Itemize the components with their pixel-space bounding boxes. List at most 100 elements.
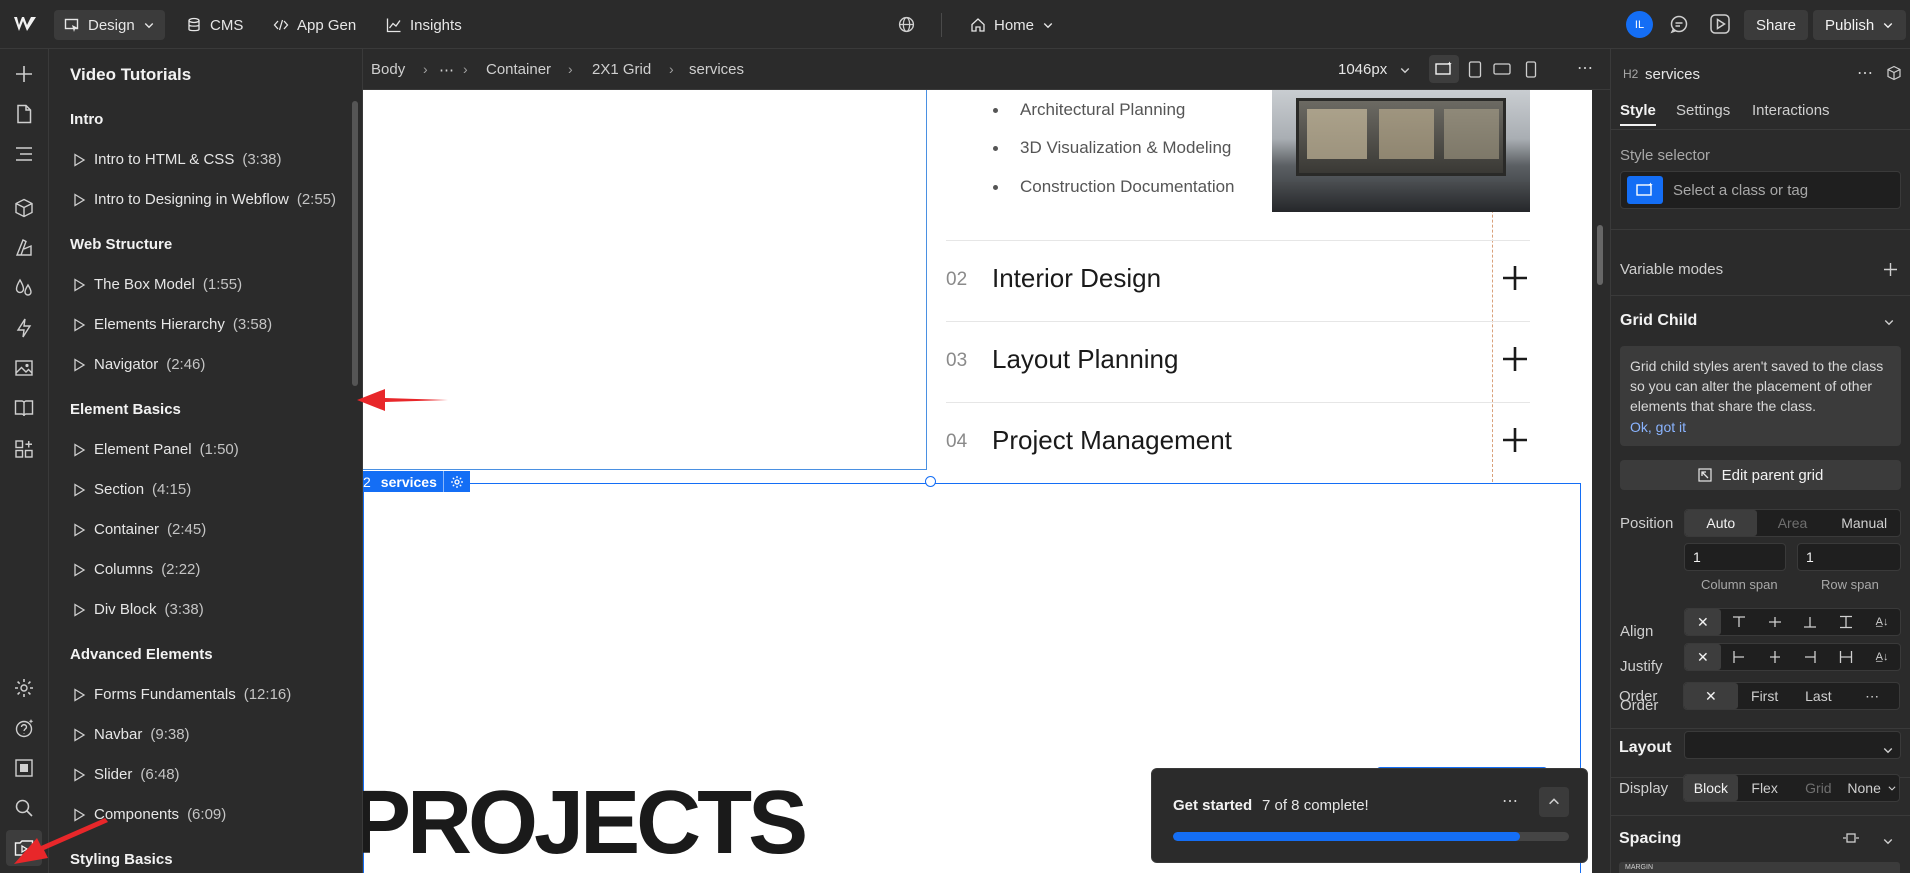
breadcrumb-item[interactable]: Container [486,61,551,78]
service-accordion-item[interactable]: 03 Layout Planning [946,321,1530,401]
design-mode-button[interactable]: Design [54,10,165,40]
canvas-scroll-thumb[interactable] [1597,225,1603,285]
service-accordion-item[interactable]: 02 Interior Design [946,240,1530,320]
tutorial-item[interactable]: Navbar (9:38) [72,726,190,743]
display-option-flex[interactable]: Flex [1738,775,1792,801]
justify-center-icon[interactable] [1757,644,1793,670]
settings-gear-icon[interactable] [12,676,36,700]
variables-drops-icon[interactable] [12,276,36,300]
more-options-icon[interactable]: ⋯ [1577,58,1593,78]
tablet-icon[interactable] [1468,61,1482,78]
tutorial-item[interactable]: The Box Model (1:55) [72,276,242,293]
position-option-auto[interactable]: Auto [1685,510,1757,536]
resize-handle[interactable] [925,476,936,487]
position-segmented-control[interactable]: Auto Area Manual [1684,509,1901,537]
chevron-down-icon[interactable] [1399,64,1411,76]
publish-button[interactable]: Publish [1813,10,1907,40]
justify-control[interactable]: ✕ A̲↓ [1684,643,1901,671]
preview-play-icon[interactable] [1709,13,1731,35]
align-end-icon[interactable] [1792,609,1828,635]
column-span-input[interactable]: 1 [1684,543,1786,571]
justify-start-icon[interactable] [1721,644,1757,670]
justify-none-icon[interactable]: ✕ [1685,644,1721,670]
tab-style[interactable]: Style [1620,102,1656,119]
get-started-toast[interactable]: Get started 7 of 8 complete! ⋯ [1151,768,1588,863]
display-option-block[interactable]: Block [1684,775,1738,801]
tutorial-item[interactable]: Forms Fundamentals (12:16) [72,686,291,703]
selected-element-tag[interactable]: 2 services [363,471,470,492]
plus-icon[interactable] [1500,344,1530,374]
add-element-icon[interactable] [12,62,36,86]
position-option-area[interactable]: Area [1757,510,1829,536]
audit-square-icon[interactable] [12,756,36,780]
navigator-icon[interactable] [12,142,36,166]
justify-stretch-icon[interactable] [1828,644,1864,670]
breadcrumb-item[interactable]: ⋯ [439,61,454,79]
chevron-down-icon[interactable] [1883,316,1895,328]
app-gen-button[interactable]: App Gen [263,10,366,40]
align-none-icon[interactable]: ✕ [1685,609,1721,635]
more-options-icon[interactable]: ⋯ [1502,791,1518,811]
align-control[interactable]: ✕ A̲↓ [1684,608,1901,636]
tutorial-item[interactable]: Element Panel (1:50) [72,441,239,458]
align-start-icon[interactable] [1721,609,1757,635]
breadcrumb-item[interactable]: services [689,61,744,78]
align-baseline-icon[interactable]: A̲↓ [1864,609,1900,635]
plus-icon[interactable] [1500,425,1530,455]
breadcrumb-item[interactable]: Body [371,61,405,78]
canvas-scrollbar[interactable] [1592,90,1610,873]
mobile-landscape-icon[interactable] [1493,62,1511,76]
avatar[interactable]: IL [1626,11,1653,38]
canvas-width-readout[interactable]: 1046px [1338,61,1387,78]
display-option-none[interactable]: None [1845,775,1899,801]
order-option-last[interactable]: Last [1792,683,1846,709]
gear-icon[interactable] [450,475,464,489]
spacing-mode-icon[interactable] [1842,830,1860,846]
share-button[interactable]: Share [1744,10,1809,40]
webflow-logo-icon[interactable] [12,15,38,33]
justify-baseline-icon[interactable]: A̲↓ [1864,644,1900,670]
order-control[interactable]: ✕ First Last ⋯ [1683,682,1900,710]
add-icon[interactable] [1883,262,1898,277]
selector-mode-icon[interactable] [1627,176,1663,204]
order-none-icon[interactable]: ✕ [1684,683,1738,709]
tutorial-item[interactable]: Div Block (3:38) [72,601,204,618]
collapse-button[interactable] [1539,787,1569,817]
chevron-down-icon[interactable] [1882,835,1894,847]
tutorial-item[interactable]: Elements Hierarchy (3:58) [72,316,272,333]
components-cube-icon[interactable] [12,196,36,220]
tutorial-item[interactable]: Columns (2:22) [72,561,200,578]
panel-scrollbar[interactable] [352,101,358,386]
service-accordion-item[interactable]: 04 Project Management [946,402,1530,482]
chevron-down-icon[interactable] [1882,744,1894,756]
order-more-icon[interactable]: ⋯ [1845,683,1899,709]
row-span-input[interactable]: 1 [1797,543,1901,571]
pages-icon[interactable] [12,102,36,126]
position-option-manual[interactable]: Manual [1828,510,1900,536]
tutorial-item[interactable]: Intro to HTML & CSS (3:38) [72,151,282,168]
apps-grid-icon[interactable] [12,437,36,461]
comments-icon[interactable] [1669,14,1689,34]
display-option-grid[interactable]: Grid [1792,775,1846,801]
more-options-icon[interactable]: ⋯ [1857,63,1873,83]
plus-icon[interactable] [1500,263,1530,293]
help-ai-icon[interactable] [12,716,36,740]
breadcrumb-item[interactable]: 2X1 Grid [592,61,651,78]
ok-got-it-link[interactable]: Ok, got it [1630,416,1891,438]
tutorial-item[interactable]: Container (2:45) [72,521,206,538]
style-manager-icon[interactable] [12,236,36,260]
page-selector[interactable]: Home [960,10,1064,40]
design-canvas[interactable]: Architectural Planning 3D Visualization … [363,90,1592,873]
mobile-portrait-icon[interactable] [1525,61,1537,78]
order-option-first[interactable]: First [1738,683,1792,709]
tutorial-item[interactable]: Navigator (2:46) [72,356,205,373]
cms-button[interactable]: CMS [176,10,253,40]
insights-button[interactable]: Insights [376,10,472,40]
tutorial-item[interactable]: Slider (6:48) [72,766,180,783]
align-stretch-icon[interactable] [1828,609,1864,635]
edit-parent-grid-button[interactable]: Edit parent grid [1620,460,1901,490]
tab-settings[interactable]: Settings [1676,102,1730,119]
justify-end-icon[interactable] [1792,644,1828,670]
tutorial-item[interactable]: Section (4:15) [72,481,191,498]
align-center-icon[interactable] [1757,609,1793,635]
